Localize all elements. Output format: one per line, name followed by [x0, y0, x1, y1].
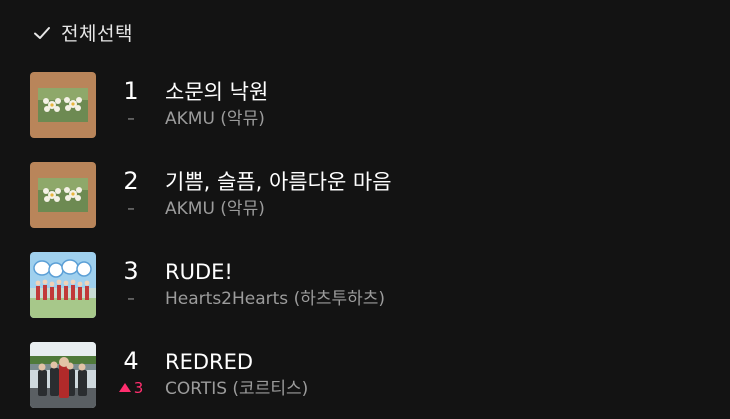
rank-change-value: 3	[133, 379, 144, 397]
rank-change: 3	[118, 375, 144, 401]
track-title[interactable]: 기쁨, 슬픔, 아름다운 마음	[165, 168, 392, 196]
rank-change: –	[127, 199, 135, 217]
rank-change: –	[127, 109, 135, 127]
album-art[interactable]	[30, 72, 96, 138]
track-list: 1 – 소문의 낙원 AKMU (악뮤) 2 – 기쁨, 슬픔, 아름다운 마음…	[30, 72, 720, 419]
rank-number: 1	[123, 77, 139, 105]
track-title[interactable]: 소문의 낙원	[165, 78, 268, 106]
chart-list-screen: 전체선택 1 – 소문의 낙원 AKMU (악뮤) 2 – 기쁨, 슬픔, 아름…	[0, 0, 730, 419]
track-artist[interactable]: Hearts2Hearts (하츠투하츠)	[165, 286, 385, 312]
album-art[interactable]	[30, 252, 96, 318]
track-artist[interactable]: CORTIS (코르티스)	[165, 376, 308, 402]
rank-change: –	[127, 289, 135, 307]
track-row[interactable]: 2 – 기쁨, 슬픔, 아름다운 마음 AKMU (악뮤)	[30, 162, 720, 228]
track-row[interactable]: 4 3 REDRED CORTIS (코르티스)	[30, 342, 720, 408]
rank-number: 3	[123, 257, 139, 285]
rank-number: 4	[123, 347, 139, 375]
track-row[interactable]: 1 – 소문의 낙원 AKMU (악뮤)	[30, 72, 720, 138]
rank-number: 2	[123, 167, 139, 195]
track-artist[interactable]: AKMU (악뮤)	[165, 196, 392, 222]
album-art[interactable]	[30, 162, 96, 228]
rank-up-icon	[118, 383, 131, 392]
check-icon	[34, 26, 50, 39]
track-artist[interactable]: AKMU (악뮤)	[165, 106, 268, 132]
track-title[interactable]: REDRED	[165, 348, 308, 376]
track-row[interactable]: 3 – RUDE! Hearts2Hearts (하츠투하츠)	[30, 252, 720, 318]
select-all-checkbox[interactable]: 전체선택	[33, 19, 133, 46]
select-all-label: 전체선택	[61, 23, 133, 45]
album-art[interactable]	[30, 342, 96, 408]
track-title[interactable]: RUDE!	[165, 258, 385, 286]
